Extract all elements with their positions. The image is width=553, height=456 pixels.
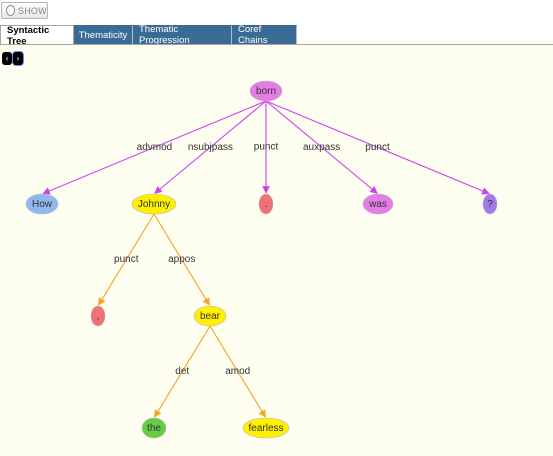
node-label: the [147, 423, 161, 434]
edge-label: punct [254, 142, 279, 153]
edge-label: advmod [137, 142, 173, 153]
tree-node-the[interactable]: the [141, 417, 167, 439]
tree-node-p2[interactable]: ? [482, 193, 498, 215]
edge-label: auxpass [303, 142, 340, 153]
node-label: Johnny [138, 199, 170, 210]
tree-node-p3[interactable]: , [90, 305, 106, 327]
node-label: born [256, 86, 276, 97]
tree-node-born[interactable]: born [249, 80, 283, 102]
tree-node-was[interactable]: was [362, 193, 394, 215]
tree-node-johnny[interactable]: Johnny [131, 193, 177, 215]
node-label: fearless [248, 423, 283, 434]
node-label: bear [200, 311, 221, 322]
edge-label: det [175, 366, 189, 377]
tree-node-bear[interactable]: bear [193, 305, 227, 327]
tree-node-fearless[interactable]: fearless [242, 417, 290, 439]
edge-label: amod [225, 366, 250, 377]
syntactic-tree-graph: advmod nsubjpass punct auxpass punct punct app… [25, 80, 498, 439]
edge-label: appos [168, 254, 195, 265]
node-label: , [97, 311, 100, 322]
node-label: . [265, 199, 268, 210]
edge-label: punct [114, 254, 139, 265]
edge-label: punct [365, 142, 390, 153]
tree-node-how[interactable]: How [25, 193, 59, 215]
node-label: How [32, 199, 53, 210]
node-label: ? [487, 199, 493, 210]
node-label: was [368, 199, 387, 210]
tree-node-p1[interactable]: . [258, 193, 274, 215]
edge-label: nsubjpass [188, 142, 233, 153]
